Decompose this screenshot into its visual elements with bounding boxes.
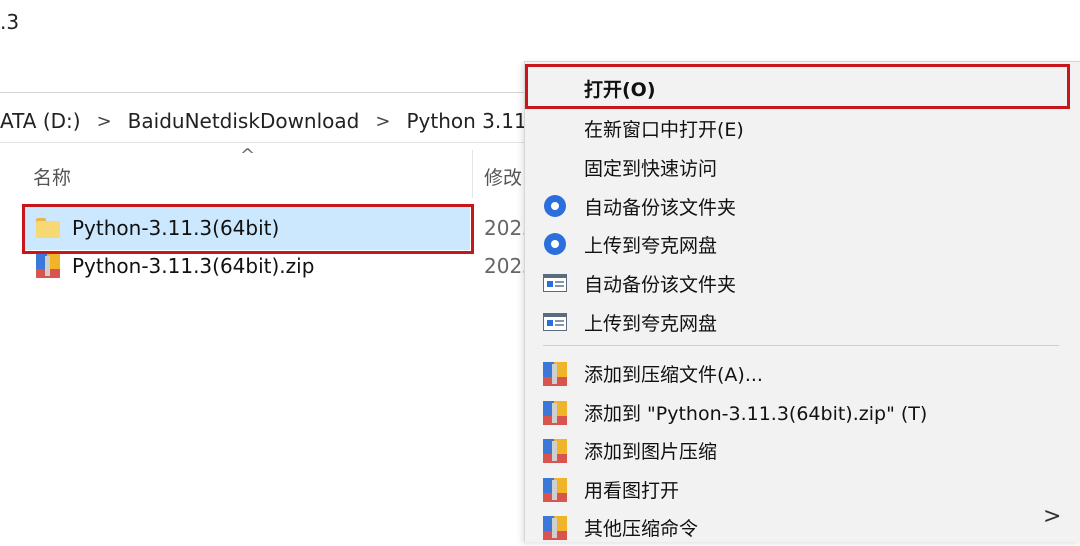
window-title: .3 <box>0 10 20 34</box>
column-header-name[interactable]: 名称 <box>33 163 71 190</box>
zip-archive-icon <box>543 516 567 540</box>
menu-item-label: 添加到图片压缩 <box>584 440 718 463</box>
breadcrumb-item-drive[interactable]: ATA (D:) <box>0 109 81 133</box>
zip-archive-icon <box>543 401 567 425</box>
breadcrumb[interactable]: ATA (D:) > BaiduNetdiskDownload > Python… <box>0 100 546 142</box>
breadcrumb-separator[interactable]: > <box>375 111 390 132</box>
menu-item-add-to-archive[interactable]: 添加到压缩文件(A)... <box>525 354 1080 392</box>
file-row-folder[interactable]: Python-3.11.3(64bit) <box>36 210 279 246</box>
menu-item-upload-quark[interactable]: 上传到夸克网盘 <box>525 225 1080 263</box>
file-name: Python-3.11.3(64bit) <box>72 216 280 240</box>
menu-item-add-to-zip[interactable]: 添加到 "Python-3.11.3(64bit).zip" (T) <box>525 393 1080 431</box>
menu-item-label: 其他压缩命令 <box>584 517 699 540</box>
app-window-icon <box>543 274 567 292</box>
menu-item-more-compress[interactable]: 其他压缩命令 <box>525 508 1080 546</box>
menu-item-label: 固定到快速访问 <box>584 157 718 180</box>
zip-archive-icon <box>543 478 567 502</box>
menu-separator <box>543 345 1059 346</box>
menu-item-label: 在新窗口中打开(E) <box>584 118 744 141</box>
context-menu: 打开(O) 在新窗口中打开(E) 固定到快速访问 自动备份该文件夹 上传到夸克网… <box>524 61 1080 542</box>
chevron-right-icon: > <box>1043 504 1062 529</box>
address-bar-top-border <box>0 92 540 93</box>
zip-archive-icon <box>543 439 567 463</box>
menu-item-label: 用看图打开 <box>584 479 680 502</box>
menu-item-pin-quick-access[interactable]: 固定到快速访问 <box>525 148 1080 186</box>
cloud-drive-icon <box>544 195 566 217</box>
sort-ascending-icon: ^ <box>240 145 256 166</box>
menu-item-label: 自动备份该文件夹 <box>584 196 737 219</box>
annotation-highlight-open <box>525 64 1070 109</box>
file-date: 2025 <box>484 254 528 278</box>
zip-archive-icon <box>543 362 567 386</box>
file-name: Python-3.11.3(64bit).zip <box>72 254 315 278</box>
menu-item-label: 上传到夸克网盘 <box>584 234 718 257</box>
folder-icon <box>36 218 60 238</box>
cloud-drive-icon <box>544 233 566 255</box>
menu-item-label: 添加到 "Python-3.11.3(64bit).zip" (T) <box>584 402 928 425</box>
breadcrumb-item-baidu[interactable]: BaiduNetdiskDownload <box>128 109 360 133</box>
menu-item-open-with-viewer[interactable]: 用看图打开 <box>525 470 1080 508</box>
menu-item-auto-backup-2[interactable]: 自动备份该文件夹 <box>525 264 1080 302</box>
breadcrumb-separator[interactable]: > <box>97 111 112 132</box>
menu-item-open-new-window[interactable]: 在新窗口中打开(E) <box>525 109 1080 147</box>
address-bar-bottom-border <box>0 142 540 143</box>
zip-archive-icon <box>36 254 60 278</box>
menu-item-image-compress[interactable]: 添加到图片压缩 <box>525 431 1080 469</box>
app-window-icon <box>543 313 567 331</box>
column-divider[interactable] <box>472 150 473 198</box>
menu-item-upload-quark-2[interactable]: 上传到夸克网盘 <box>525 303 1080 341</box>
menu-item-auto-backup[interactable]: 自动备份该文件夹 <box>525 187 1080 225</box>
column-header-modified[interactable]: 修改 <box>484 163 528 190</box>
menu-item-label: 添加到压缩文件(A)... <box>584 363 763 386</box>
file-date: 2025 <box>484 216 528 240</box>
menu-item-label: 自动备份该文件夹 <box>584 273 737 296</box>
file-row-zip[interactable]: Python-3.11.3(64bit).zip <box>36 248 314 284</box>
menu-item-label: 上传到夸克网盘 <box>584 312 718 335</box>
